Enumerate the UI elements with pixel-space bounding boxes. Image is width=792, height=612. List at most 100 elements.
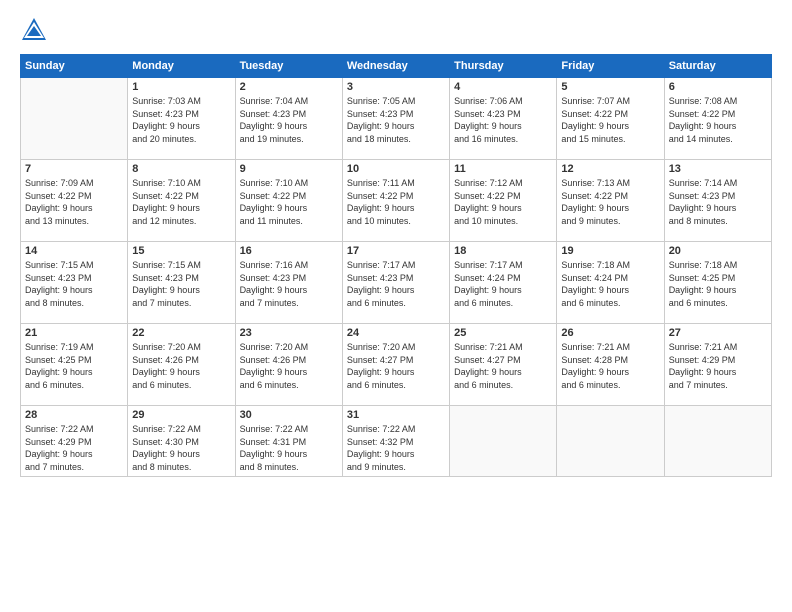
calendar-cell: 22 Sunrise: 7:20 AMSunset: 4:26 PMDayligh… xyxy=(128,324,235,406)
day-info: Sunrise: 7:12 AMSunset: 4:22 PMDaylight:… xyxy=(454,177,552,227)
weekday-header-monday: Monday xyxy=(128,55,235,78)
day-info: Sunrise: 7:11 AMSunset: 4:22 PMDaylight:… xyxy=(347,177,445,227)
calendar-cell: 14Sunrise: 7:15 AMSunset: 4:23 PMDayligh… xyxy=(21,242,128,324)
day-number: 5 xyxy=(561,81,659,93)
day-number: 17 xyxy=(347,245,445,257)
day-number: 23 xyxy=(240,327,338,339)
day-info: Sunrise: 7:10 AMSunset: 4:22 PMDaylight:… xyxy=(132,177,230,227)
calendar-cell: 2 Sunrise: 7:04 AMSunset: 4:23 PMDaylight… xyxy=(235,78,342,160)
calendar-cell: 21 Sunrise: 7:19 AMSunset: 4:25 PMDayligh… xyxy=(21,324,128,406)
day-info: Sunrise: 7:22 AMSunset: 4:32 PMDaylight:… xyxy=(347,423,445,473)
weekday-header-tuesday: Tuesday xyxy=(235,55,342,78)
calendar-cell: 4 Sunrise: 7:06 AMSunset: 4:23 PMDaylight… xyxy=(450,78,557,160)
day-info: Sunrise: 7:15 AMSunset: 4:23 PMDaylight:… xyxy=(25,259,123,309)
day-number: 15 xyxy=(132,245,230,257)
calendar-cell: 20Sunrise: 7:18 AMSunset: 4:25 PMDayligh… xyxy=(664,242,771,324)
week-row-2: 7 Sunrise: 7:09 AMSunset: 4:22 PMDaylight… xyxy=(21,160,772,242)
day-info: Sunrise: 7:03 AMSunset: 4:23 PMDaylight:… xyxy=(132,95,230,145)
week-row-3: 14Sunrise: 7:15 AMSunset: 4:23 PMDayligh… xyxy=(21,242,772,324)
day-info: Sunrise: 7:10 AMSunset: 4:22 PMDaylight:… xyxy=(240,177,338,227)
calendar-cell: 17 Sunrise: 7:17 AMSunset: 4:23 PMDayligh… xyxy=(342,242,449,324)
day-info: Sunrise: 7:07 AMSunset: 4:22 PMDaylight:… xyxy=(561,95,659,145)
calendar-cell: 3 Sunrise: 7:05 AMSunset: 4:23 PMDaylight… xyxy=(342,78,449,160)
day-number: 12 xyxy=(561,163,659,175)
day-info: Sunrise: 7:18 AMSunset: 4:24 PMDaylight:… xyxy=(561,259,659,309)
calendar-cell: 18 Sunrise: 7:17 AMSunset: 4:24 PMDayligh… xyxy=(450,242,557,324)
weekday-header-sunday: Sunday xyxy=(21,55,128,78)
day-info: Sunrise: 7:21 AMSunset: 4:27 PMDaylight:… xyxy=(454,341,552,391)
day-info: Sunrise: 7:09 AMSunset: 4:22 PMDaylight:… xyxy=(25,177,123,227)
calendar-cell: 9 Sunrise: 7:10 AMSunset: 4:22 PMDaylight… xyxy=(235,160,342,242)
calendar-cell: 5 Sunrise: 7:07 AMSunset: 4:22 PMDaylight… xyxy=(557,78,664,160)
day-info: Sunrise: 7:21 AMSunset: 4:28 PMDaylight:… xyxy=(561,341,659,391)
calendar-cell xyxy=(450,406,557,477)
day-info: Sunrise: 7:17 AMSunset: 4:24 PMDaylight:… xyxy=(454,259,552,309)
calendar-cell: 23 Sunrise: 7:20 AMSunset: 4:26 PMDayligh… xyxy=(235,324,342,406)
day-number: 9 xyxy=(240,163,338,175)
calendar-cell: 24 Sunrise: 7:20 AMSunset: 4:27 PMDayligh… xyxy=(342,324,449,406)
day-number: 24 xyxy=(347,327,445,339)
logo xyxy=(20,16,52,44)
day-info: Sunrise: 7:22 AMSunset: 4:31 PMDaylight:… xyxy=(240,423,338,473)
day-info: Sunrise: 7:17 AMSunset: 4:23 PMDaylight:… xyxy=(347,259,445,309)
calendar-cell: 13Sunrise: 7:14 AMSunset: 4:23 PMDayligh… xyxy=(664,160,771,242)
day-info: Sunrise: 7:06 AMSunset: 4:23 PMDaylight:… xyxy=(454,95,552,145)
day-number: 3 xyxy=(347,81,445,93)
day-number: 31 xyxy=(347,409,445,421)
calendar-cell: 8 Sunrise: 7:10 AMSunset: 4:22 PMDaylight… xyxy=(128,160,235,242)
day-info: Sunrise: 7:13 AMSunset: 4:22 PMDaylight:… xyxy=(561,177,659,227)
week-row-4: 21 Sunrise: 7:19 AMSunset: 4:25 PMDayligh… xyxy=(21,324,772,406)
calendar-table: SundayMondayTuesdayWednesdayThursdayFrid… xyxy=(20,54,772,477)
day-number: 6 xyxy=(669,81,767,93)
day-info: Sunrise: 7:20 AMSunset: 4:27 PMDaylight:… xyxy=(347,341,445,391)
calendar-page: SundayMondayTuesdayWednesdayThursdayFrid… xyxy=(0,0,792,612)
weekday-header-row: SundayMondayTuesdayWednesdayThursdayFrid… xyxy=(21,55,772,78)
day-number: 16 xyxy=(240,245,338,257)
day-number: 11 xyxy=(454,163,552,175)
calendar-cell: 27 Sunrise: 7:21 AMSunset: 4:29 PMDayligh… xyxy=(664,324,771,406)
day-info: Sunrise: 7:08 AMSunset: 4:22 PMDaylight:… xyxy=(669,95,767,145)
calendar-cell: 11 Sunrise: 7:12 AMSunset: 4:22 PMDayligh… xyxy=(450,160,557,242)
day-number: 2 xyxy=(240,81,338,93)
day-number: 25 xyxy=(454,327,552,339)
calendar-cell: 6 Sunrise: 7:08 AMSunset: 4:22 PMDaylight… xyxy=(664,78,771,160)
weekday-header-friday: Friday xyxy=(557,55,664,78)
calendar-cell: 19Sunrise: 7:18 AMSunset: 4:24 PMDayligh… xyxy=(557,242,664,324)
day-info: Sunrise: 7:19 AMSunset: 4:25 PMDaylight:… xyxy=(25,341,123,391)
calendar-cell: 10 Sunrise: 7:11 AMSunset: 4:22 PMDayligh… xyxy=(342,160,449,242)
weekday-header-wednesday: Wednesday xyxy=(342,55,449,78)
day-number: 7 xyxy=(25,163,123,175)
day-info: Sunrise: 7:04 AMSunset: 4:23 PMDaylight:… xyxy=(240,95,338,145)
day-number: 1 xyxy=(132,81,230,93)
calendar-cell: 31 Sunrise: 7:22 AMSunset: 4:32 PMDayligh… xyxy=(342,406,449,477)
day-number: 20 xyxy=(669,245,767,257)
day-number: 4 xyxy=(454,81,552,93)
day-info: Sunrise: 7:05 AMSunset: 4:23 PMDaylight:… xyxy=(347,95,445,145)
day-info: Sunrise: 7:22 AMSunset: 4:29 PMDaylight:… xyxy=(25,423,123,473)
day-info: Sunrise: 7:20 AMSunset: 4:26 PMDaylight:… xyxy=(240,341,338,391)
week-row-5: 28 Sunrise: 7:22 AMSunset: 4:29 PMDayligh… xyxy=(21,406,772,477)
day-number: 21 xyxy=(25,327,123,339)
header xyxy=(20,16,772,44)
day-number: 30 xyxy=(240,409,338,421)
day-info: Sunrise: 7:16 AMSunset: 4:23 PMDaylight:… xyxy=(240,259,338,309)
day-number: 8 xyxy=(132,163,230,175)
calendar-cell xyxy=(21,78,128,160)
weekday-header-saturday: Saturday xyxy=(664,55,771,78)
day-info: Sunrise: 7:20 AMSunset: 4:26 PMDaylight:… xyxy=(132,341,230,391)
day-number: 28 xyxy=(25,409,123,421)
day-info: Sunrise: 7:15 AMSunset: 4:23 PMDaylight:… xyxy=(132,259,230,309)
weekday-header-thursday: Thursday xyxy=(450,55,557,78)
day-info: Sunrise: 7:21 AMSunset: 4:29 PMDaylight:… xyxy=(669,341,767,391)
calendar-cell: 26Sunrise: 7:21 AMSunset: 4:28 PMDayligh… xyxy=(557,324,664,406)
day-number: 10 xyxy=(347,163,445,175)
calendar-cell xyxy=(557,406,664,477)
week-row-1: 1 Sunrise: 7:03 AMSunset: 4:23 PMDaylight… xyxy=(21,78,772,160)
day-number: 27 xyxy=(669,327,767,339)
day-number: 18 xyxy=(454,245,552,257)
calendar-cell: 25 Sunrise: 7:21 AMSunset: 4:27 PMDayligh… xyxy=(450,324,557,406)
day-number: 22 xyxy=(132,327,230,339)
day-info: Sunrise: 7:14 AMSunset: 4:23 PMDaylight:… xyxy=(669,177,767,227)
day-info: Sunrise: 7:22 AMSunset: 4:30 PMDaylight:… xyxy=(132,423,230,473)
calendar-cell: 7 Sunrise: 7:09 AMSunset: 4:22 PMDaylight… xyxy=(21,160,128,242)
